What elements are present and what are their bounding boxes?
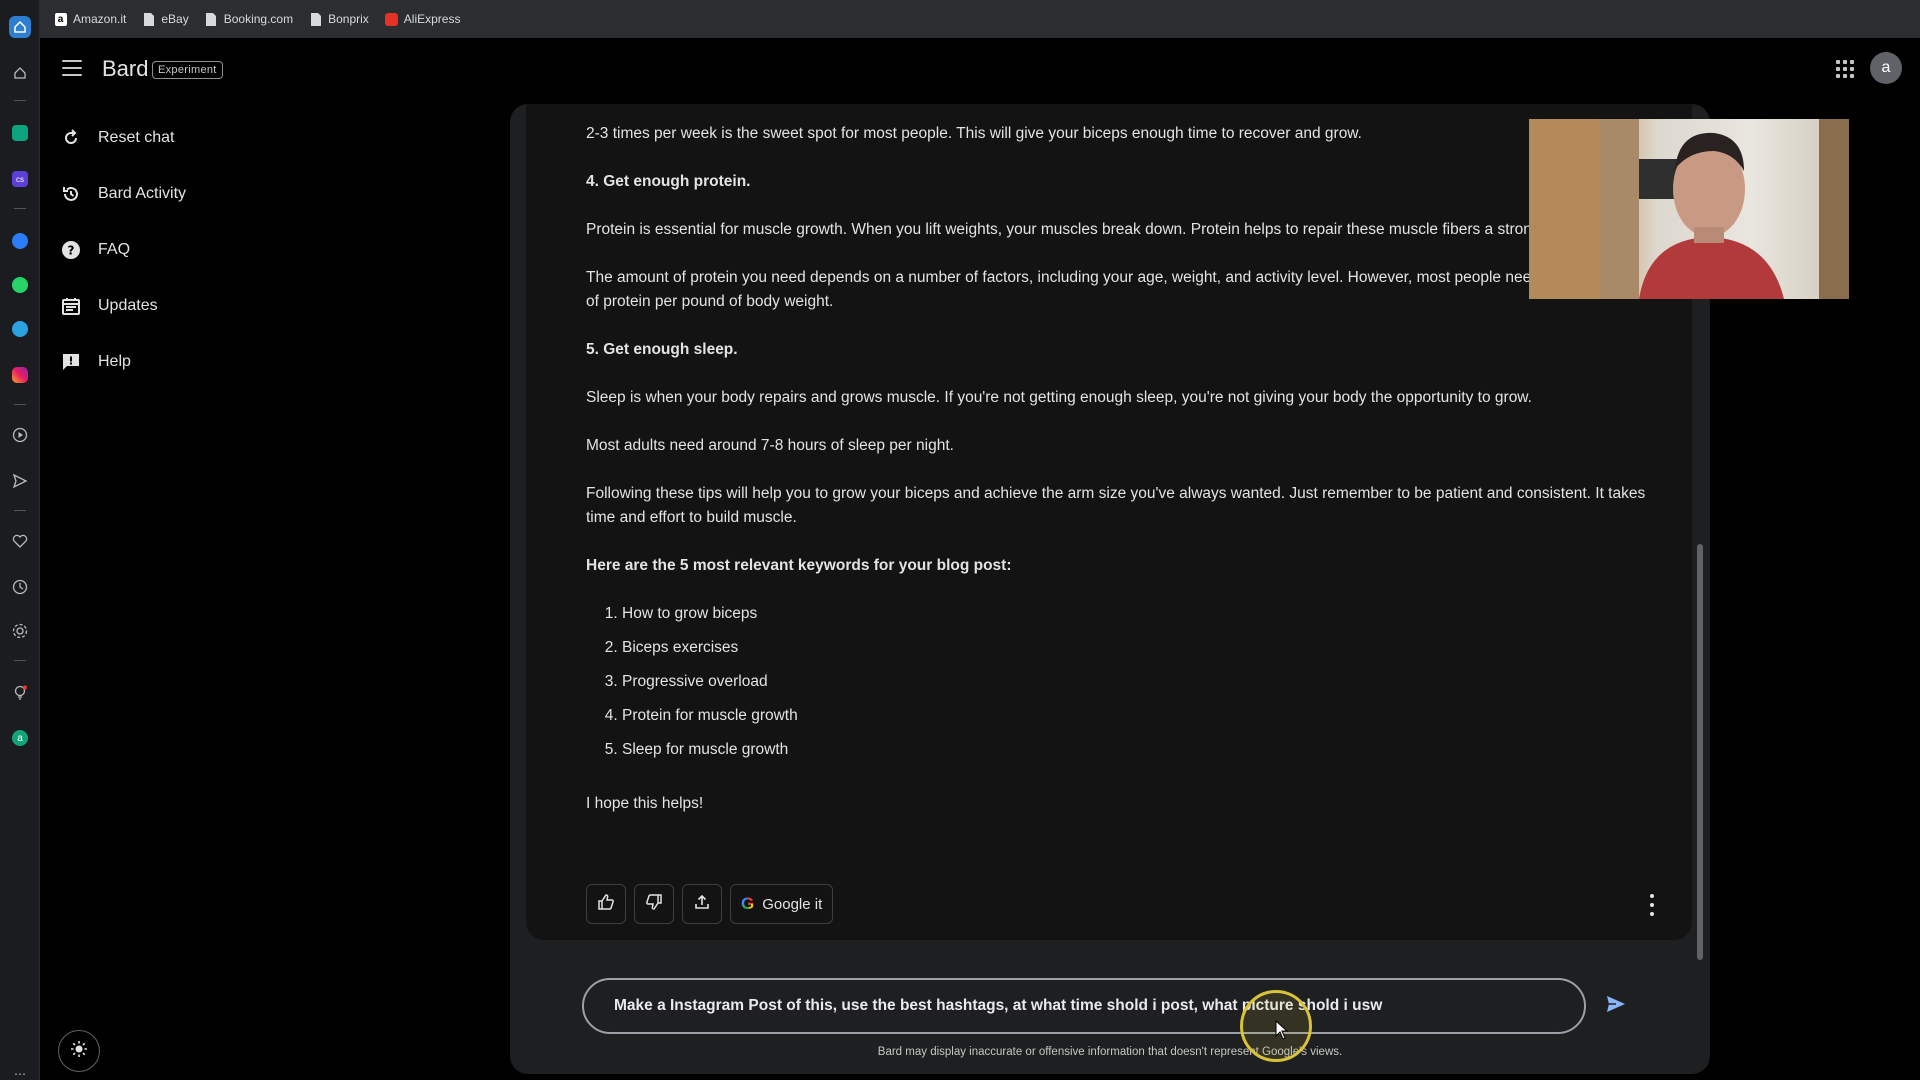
history-icon <box>60 183 82 205</box>
disclaimer: Bard may display inaccurate or offensive… <box>877 1046 1343 1058</box>
response-paragraph: 2-3 times per week is the sweet spot for… <box>586 125 1362 142</box>
bookmark-amazon[interactable]: a Amazon.it <box>54 12 126 26</box>
bookmark-label: Booking.com <box>223 12 294 26</box>
app-dock: cs a ⋯ <box>0 0 40 1080</box>
sidebar-item-faq[interactable]: ? FAQ <box>60 230 360 270</box>
svg-text:?: ? <box>68 244 75 258</box>
sidebar-item-reset-chat[interactable]: Reset chat <box>60 118 360 158</box>
sidebar-item-label: Bard Activity <box>98 185 187 202</box>
clock-icon[interactable] <box>9 576 31 598</box>
bookmark-label: Bonprix <box>328 12 369 26</box>
sidebar-item-label: Reset chat <box>98 129 175 146</box>
bulb-icon[interactable] <box>9 682 31 704</box>
webcam-overlay <box>1529 119 1849 299</box>
sidebar-item-bard-activity[interactable]: Bard Activity <box>60 174 360 214</box>
list-item: Sleep for muscle growth <box>622 738 1646 772</box>
response-heading: 4. Get enough protein. <box>586 173 751 190</box>
send-button[interactable] <box>1600 990 1632 1022</box>
bookmark-label: AliExpress <box>403 12 461 26</box>
list-item: How to grow biceps <box>622 602 1646 636</box>
messenger-icon[interactable] <box>9 230 31 252</box>
list-item: Progressive overload <box>622 670 1646 704</box>
response-heading: 5. Get enough sleep. <box>586 341 738 358</box>
share-button[interactable] <box>682 884 722 924</box>
page-icon <box>205 12 218 26</box>
play-icon[interactable] <box>9 424 31 446</box>
app-cs-icon[interactable]: cs <box>9 168 31 190</box>
prompt-box <box>582 978 1586 1034</box>
home-icon[interactable] <box>9 16 31 38</box>
menu-icon[interactable] <box>62 60 82 76</box>
keyword-list: How to grow biceps Biceps exercises Prog… <box>622 602 1646 772</box>
page-icon <box>142 12 155 26</box>
response-closing: I hope this helps! <box>586 795 704 812</box>
sidebar-item-updates[interactable]: Updates <box>60 286 360 326</box>
calendar-icon <box>60 295 82 317</box>
google-it-label: Google it <box>762 895 823 913</box>
settings-icon[interactable] <box>9 620 31 642</box>
sidebar-item-label: Help <box>98 353 131 370</box>
response-paragraph: Most adults need around 7-8 hours of sle… <box>586 437 954 454</box>
sun-icon <box>70 1040 88 1063</box>
webcam-person-image <box>1529 119 1849 299</box>
amazon-icon: a <box>54 12 67 26</box>
telegram-icon[interactable] <box>9 318 31 340</box>
share-icon <box>693 893 711 916</box>
response-body: 2-3 times per week is the sweet spot for… <box>586 122 1646 840</box>
chatgpt-icon[interactable] <box>9 122 31 144</box>
list-item: Biceps exercises <box>622 636 1646 670</box>
app-a-icon[interactable]: a <box>9 727 31 749</box>
avatar[interactable]: a <box>1870 52 1902 84</box>
bookmark-aliexpress[interactable]: AliExpress <box>384 12 461 26</box>
feedback-icon <box>60 351 82 373</box>
response-actions: G Google it <box>586 884 834 924</box>
response-paragraph: Protein is essential for muscle growth. … <box>586 221 1558 238</box>
response-heading: Here are the 5 most relevant keywords fo… <box>586 557 1012 574</box>
response-paragraph: The amount of protein you need depends o… <box>586 269 1645 310</box>
brand-title: Bard <box>102 56 149 81</box>
bard-response: 2-3 times per week is the sweet spot for… <box>526 104 1692 940</box>
help-circle-icon: ? <box>60 239 82 261</box>
thumbs-down-button[interactable] <box>634 884 674 924</box>
heart-icon[interactable] <box>9 530 31 552</box>
sidebar-item-help[interactable]: Help <box>60 342 360 382</box>
aliexpress-icon <box>384 12 398 26</box>
bookmark-label: eBay <box>161 12 189 26</box>
pin-icon[interactable] <box>9 62 31 84</box>
thumbs-down-icon <box>645 893 663 916</box>
whatsapp-icon[interactable] <box>9 274 31 296</box>
more-options-icon[interactable] <box>1642 894 1662 916</box>
google-apps-icon[interactable] <box>1836 60 1854 78</box>
bookmark-ebay[interactable]: eBay <box>142 12 189 26</box>
send-icon <box>1604 992 1628 1021</box>
bookmarks-bar: a Amazon.it eBay Booking.com Bonprix Ali… <box>40 0 1920 38</box>
list-item: Protein for muscle growth <box>622 704 1646 738</box>
scrollbar-thumb[interactable] <box>1697 544 1703 960</box>
response-paragraph: Following these tips will help you to gr… <box>586 485 1646 526</box>
bookmark-booking[interactable]: Booking.com <box>205 12 293 26</box>
send-icon[interactable] <box>9 470 31 492</box>
thumbs-up-icon <box>597 893 615 916</box>
page-icon <box>309 12 322 26</box>
more-apps-icon[interactable]: ⋯ <box>9 1067 31 1080</box>
reset-icon <box>60 127 82 149</box>
theme-toggle-button[interactable] <box>58 1030 100 1072</box>
instagram-icon[interactable] <box>9 364 31 386</box>
response-paragraph: Sleep is when your body repairs and grow… <box>586 389 1532 406</box>
thumbs-up-button[interactable] <box>586 884 626 924</box>
google-g-icon: G <box>741 894 755 913</box>
sidebar-item-label: FAQ <box>98 241 131 258</box>
experiment-badge: Experiment <box>152 61 223 79</box>
prompt-input[interactable] <box>614 997 1574 1015</box>
bookmark-bonprix[interactable]: Bonprix <box>309 12 369 26</box>
app-header: Bard Experiment a <box>40 38 1920 102</box>
sidebar-item-label: Updates <box>98 297 158 314</box>
mouse-cursor-icon <box>1275 1019 1289 1045</box>
google-it-button[interactable]: G Google it <box>730 884 834 924</box>
bookmark-label: Amazon.it <box>73 12 127 26</box>
